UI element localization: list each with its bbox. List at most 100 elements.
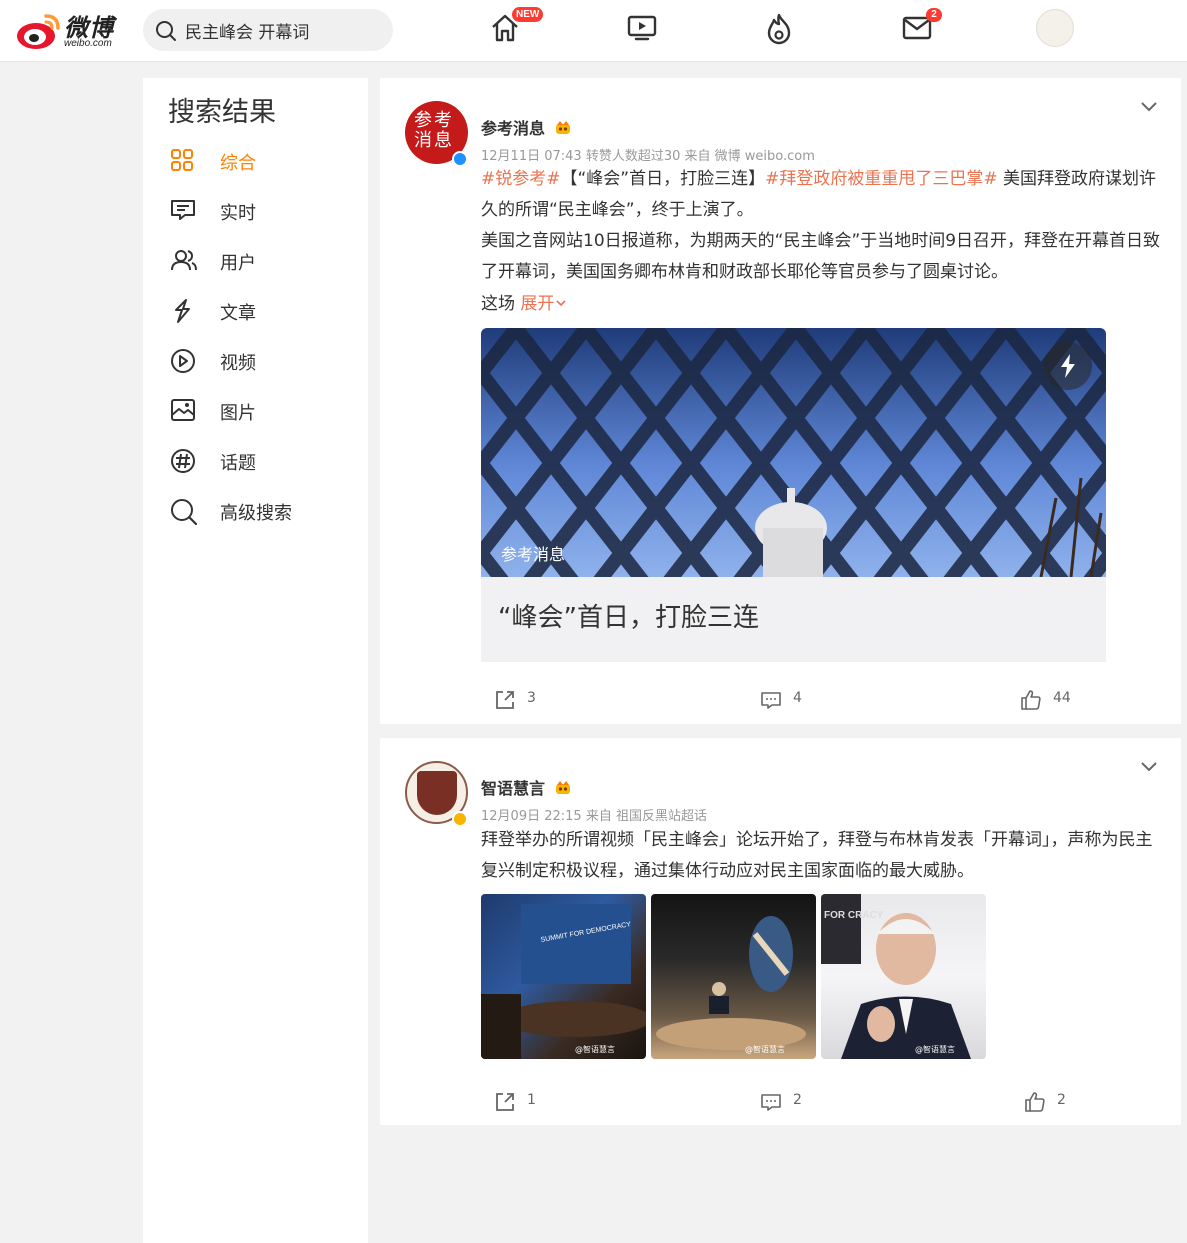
new-badge: NEW bbox=[512, 7, 544, 22]
repost-count: 1 bbox=[527, 1092, 536, 1108]
expand-link[interactable]: 展开 bbox=[520, 294, 567, 314]
like-count: 2 bbox=[1057, 1092, 1066, 1108]
play-icon bbox=[171, 349, 195, 373]
article-badge bbox=[1044, 342, 1092, 390]
sidebar-item-label: 文章 bbox=[220, 303, 256, 324]
topic-tag-link[interactable]: #拜登政府被重重甩了三巴掌# bbox=[765, 169, 998, 189]
like-count: 44 bbox=[1053, 690, 1071, 706]
search-icon bbox=[171, 499, 198, 526]
post-meta: 12月11日 07:43 转赞人数超过30 来自 微博 weibo.com bbox=[481, 149, 815, 164]
speaker-portrait-illustration: FOR CRACY bbox=[821, 894, 971, 1059]
image-source-label: 参考消息 bbox=[501, 545, 566, 564]
nav-video[interactable] bbox=[626, 12, 662, 48]
summit-podium-illustration bbox=[656, 916, 806, 1050]
messages-count-badge: 2 bbox=[926, 8, 942, 22]
sidebar-item-realtime[interactable]: 实时 bbox=[168, 190, 358, 230]
comment-icon bbox=[761, 1094, 781, 1111]
post-image-thumbnail[interactable]: SUMMIT FOR DEMOCRACY @智语慧言 bbox=[481, 894, 646, 1059]
lightning-icon bbox=[1061, 354, 1075, 378]
post-text-tail: 这场 展开 bbox=[481, 289, 1161, 320]
member-crown-icon bbox=[555, 121, 570, 134]
comment-icon bbox=[761, 692, 781, 709]
sidebar-item-advanced-search[interactable]: 高级搜索 bbox=[168, 490, 358, 530]
sidebar-item-comprehensive[interactable]: 综合 bbox=[168, 140, 358, 180]
avatar-emblem bbox=[417, 771, 457, 815]
search-results-sidebar: 搜索结果 综合 实时 用户 文章 视频 图片 话题 高级搜索 bbox=[143, 78, 368, 1243]
post-image-thumbnail[interactable]: @智语慧言 bbox=[651, 894, 816, 1059]
search-box[interactable] bbox=[143, 9, 393, 51]
article-icon bbox=[175, 299, 190, 323]
sidebar-item-users[interactable]: 用户 bbox=[168, 240, 358, 280]
verified-badge-icon bbox=[452, 151, 468, 167]
hashtag-icon bbox=[171, 449, 195, 473]
top-navigation-bar: 微博 weibo.com NEW 2 bbox=[0, 0, 1187, 62]
nav-messages[interactable]: 2 bbox=[901, 8, 942, 48]
chat-icon bbox=[171, 200, 195, 220]
topic-tag-link[interactable]: #锐参考# bbox=[481, 169, 561, 189]
backdrop-text: FOR CRACY bbox=[824, 910, 884, 921]
article-caption-box[interactable]: “峰会”首日，打脸三连 bbox=[481, 577, 1106, 662]
avatar-calligraphy: 参考消息 bbox=[414, 110, 454, 151]
member-crown-icon bbox=[555, 781, 570, 794]
post-text-fragment: 这场 bbox=[481, 294, 515, 314]
sidebar-item-label: 视频 bbox=[220, 353, 256, 374]
nav-home[interactable]: NEW bbox=[489, 7, 544, 48]
post-card: 智语慧言 12月09日 22:15 来自 祖国反黑站超话 拜登举办的所谓视频「民… bbox=[380, 738, 1181, 1125]
post-card: 参考消息 参考消息 12月11日 07:43 转赞人数超过30 来自 微博 we… bbox=[380, 78, 1181, 724]
chevron-down-icon[interactable] bbox=[1139, 98, 1159, 114]
summit-stage-illustration: SUMMIT FOR DEMOCRACY bbox=[481, 904, 646, 1059]
sidebar-item-videos[interactable]: 视频 bbox=[168, 340, 358, 380]
article-title: “峰会”首日，打脸三连 bbox=[498, 603, 759, 633]
nav-hot[interactable] bbox=[763, 12, 799, 48]
post-action-bar: 3 4 44 bbox=[380, 686, 1181, 716]
author-name[interactable]: 智语慧言 bbox=[481, 775, 571, 799]
image-watermark: @智语慧言 bbox=[575, 1045, 615, 1054]
fence-capitol-illustration bbox=[481, 328, 1106, 577]
sidebar-item-articles[interactable]: 文章 bbox=[168, 290, 358, 330]
author-name-text: 参考消息 bbox=[481, 119, 546, 138]
image-icon bbox=[171, 399, 195, 421]
sidebar-item-label: 用户 bbox=[220, 253, 256, 274]
thumbs-up-icon bbox=[1025, 1092, 1045, 1112]
image-watermark: @智语慧言 bbox=[915, 1045, 955, 1054]
repost-icon bbox=[496, 691, 514, 709]
sidebar-item-label: 高级搜索 bbox=[220, 503, 292, 524]
chevron-down-icon bbox=[556, 300, 566, 307]
post-headline: 【“峰会”首日，打脸三连】 bbox=[560, 169, 766, 189]
repost-count: 3 bbox=[527, 690, 536, 706]
post-meta: 12月09日 22:15 来自 祖国反黑站超话 bbox=[481, 809, 707, 824]
sidebar-item-label: 图片 bbox=[220, 403, 256, 424]
post-text: 拜登举办的所谓视频「民主峰会」论坛开始了，拜登与布林肯发表「开幕词」，声称为民主… bbox=[481, 830, 1153, 881]
author-name-text: 智语慧言 bbox=[481, 779, 546, 798]
sidebar-title: 搜索结果 bbox=[168, 97, 276, 128]
comment-count: 2 bbox=[793, 1092, 802, 1108]
sidebar-item-label: 综合 bbox=[220, 153, 256, 174]
sidebar-item-label: 实时 bbox=[220, 203, 256, 224]
image-watermark: @智语慧言 bbox=[745, 1045, 785, 1054]
sidebar-item-images[interactable]: 图片 bbox=[168, 390, 358, 430]
search-input[interactable] bbox=[185, 9, 380, 51]
logo-domain: weibo.com bbox=[64, 38, 112, 49]
search-icon bbox=[156, 21, 176, 41]
post-image-thumbnail[interactable]: FOR CRACY @智语慧言 bbox=[821, 894, 986, 1059]
thumbs-up-icon bbox=[1021, 690, 1041, 710]
repost-icon bbox=[496, 1093, 514, 1111]
post-text-paragraph: 美国之音网站10日报道称，为期两天的“民主峰会”于当地时间9日召开，拜登在开幕首… bbox=[481, 231, 1161, 282]
post-text: #锐参考#【“峰会”首日，打脸三连】#拜登政府被重重甩了三巴掌# 美国拜登政府谋… bbox=[481, 164, 1161, 226]
article-cover-image[interactable]: 参考消息 bbox=[481, 328, 1106, 577]
video-screen-icon bbox=[627, 15, 657, 41]
weibo-eye-icon bbox=[17, 14, 60, 49]
grid-icon bbox=[171, 149, 193, 171]
verified-badge-icon bbox=[452, 811, 468, 827]
author-name[interactable]: 参考消息 bbox=[481, 115, 571, 139]
user-avatar[interactable] bbox=[1036, 9, 1074, 47]
comment-count: 4 bbox=[793, 690, 802, 706]
expand-label: 展开 bbox=[520, 294, 555, 314]
post-action-bar: 1 2 2 bbox=[380, 1088, 1181, 1118]
sidebar-item-topics[interactable]: 话题 bbox=[168, 440, 358, 480]
flame-icon bbox=[767, 13, 791, 45]
chevron-down-icon[interactable] bbox=[1139, 758, 1159, 774]
users-icon bbox=[171, 250, 197, 271]
weibo-logo[interactable]: 微博 weibo.com bbox=[16, 8, 131, 52]
sidebar-item-label: 话题 bbox=[220, 453, 256, 474]
